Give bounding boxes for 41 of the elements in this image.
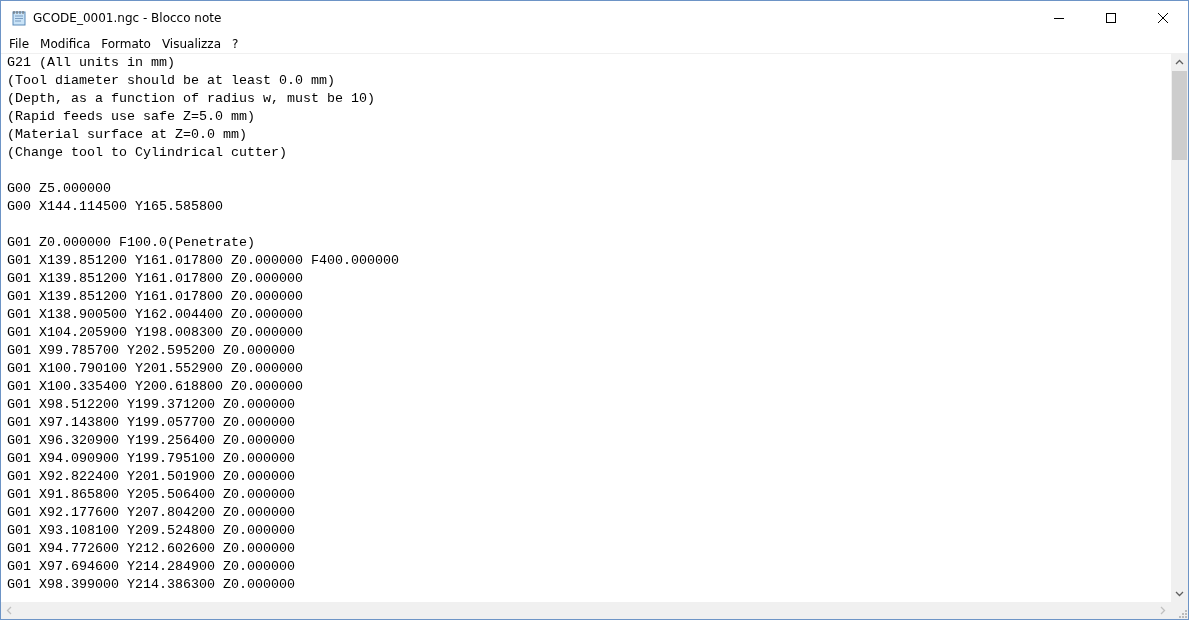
code-line: G01 X138.900500 Y162.004400 Z0.000000 [7, 306, 304, 324]
code-line: G01 X99.785700 Y202.595200 Z0.000000 [7, 342, 296, 360]
code-line: G00 X144.114500 Y165.585800 [7, 198, 224, 216]
scrollbar-thumb[interactable] [1172, 71, 1187, 160]
code-line: G01 X93.108100 Y209.524800 Z0.000000 [7, 522, 296, 540]
code-line: G01 X139.851200 Y161.017800 Z0.000000 [7, 270, 304, 288]
code-line: G01 X94.772600 Y212.602600 Z0.000000 [7, 540, 296, 558]
code-line: G01 X92.822400 Y201.501900 Z0.000000 [7, 468, 296, 486]
menu-item[interactable]: File [4, 36, 36, 51]
code-line: G01 X96.320900 Y199.256400 Z0.000000 [7, 432, 296, 450]
horizontal-scrollbar[interactable] [1, 602, 1171, 619]
menu-item[interactable]: Modifica [35, 36, 97, 51]
code-line: G00 Z5.000000 [7, 180, 112, 198]
code-line: (Rapid feeds use safe Z=5.0 mm) [7, 108, 256, 126]
code-line: G01 X98.512200 Y199.371200 Z0.000000 [7, 396, 296, 414]
code-line: G01 X139.851200 Y161.017800 Z0.000000 [7, 288, 304, 306]
code-line: G21 (All units in mm) [7, 54, 176, 72]
code-line: (Depth, as a function of radius w, must be 10) [7, 90, 376, 108]
code-line: G01 X97.143800 Y199.057700 Z0.000000 [7, 414, 296, 432]
code-line: (Change tool to Cylindrical cutter) [7, 144, 288, 162]
menu-item[interactable]: ? [227, 36, 245, 51]
code-line: G01 X104.205900 Y198.008300 Z0.000000 [7, 324, 304, 342]
code-line: G01 X100.790100 Y201.552900 Z0.000000 [7, 360, 304, 378]
close-icon [1158, 12, 1168, 23]
code-line: G01 X91.865800 Y205.506400 Z0.000000 [7, 486, 296, 504]
vertical-scrollbar[interactable] [1171, 54, 1188, 602]
menu-item[interactable]: Visualizza [156, 36, 227, 51]
window-title: GCODE_0001.ngc - Blocco note [33, 10, 223, 25]
resize-grip-icon[interactable] [1178, 609, 1188, 619]
code-line: G01 X92.177600 Y207.804200 Z0.000000 [7, 504, 296, 522]
code-line: G01 X139.851200 Y161.017800 Z0.000000 F400.000000 [7, 252, 400, 270]
code-line: (Tool diameter should be at least 0.0 mm) [7, 72, 336, 90]
code-line: G01 X94.090900 Y199.795100 Z0.000000 [7, 450, 296, 468]
menu-item[interactable]: Formato [96, 36, 157, 51]
maximize-icon [1106, 12, 1116, 23]
code-line: G01 X100.335400 Y200.618800 Z0.000000 [7, 378, 304, 396]
code-line: G01 Z0.000000 F100.0(Penetrate) [7, 234, 256, 252]
code-line: G01 X98.399000 Y214.386300 Z0.000000 [7, 576, 296, 594]
code-line: G01 X97.694600 Y214.284900 Z0.000000 [7, 558, 296, 576]
notepad-icon [11, 9, 27, 26]
code-line: (Material surface at Z=0.0 mm) [7, 126, 248, 144]
